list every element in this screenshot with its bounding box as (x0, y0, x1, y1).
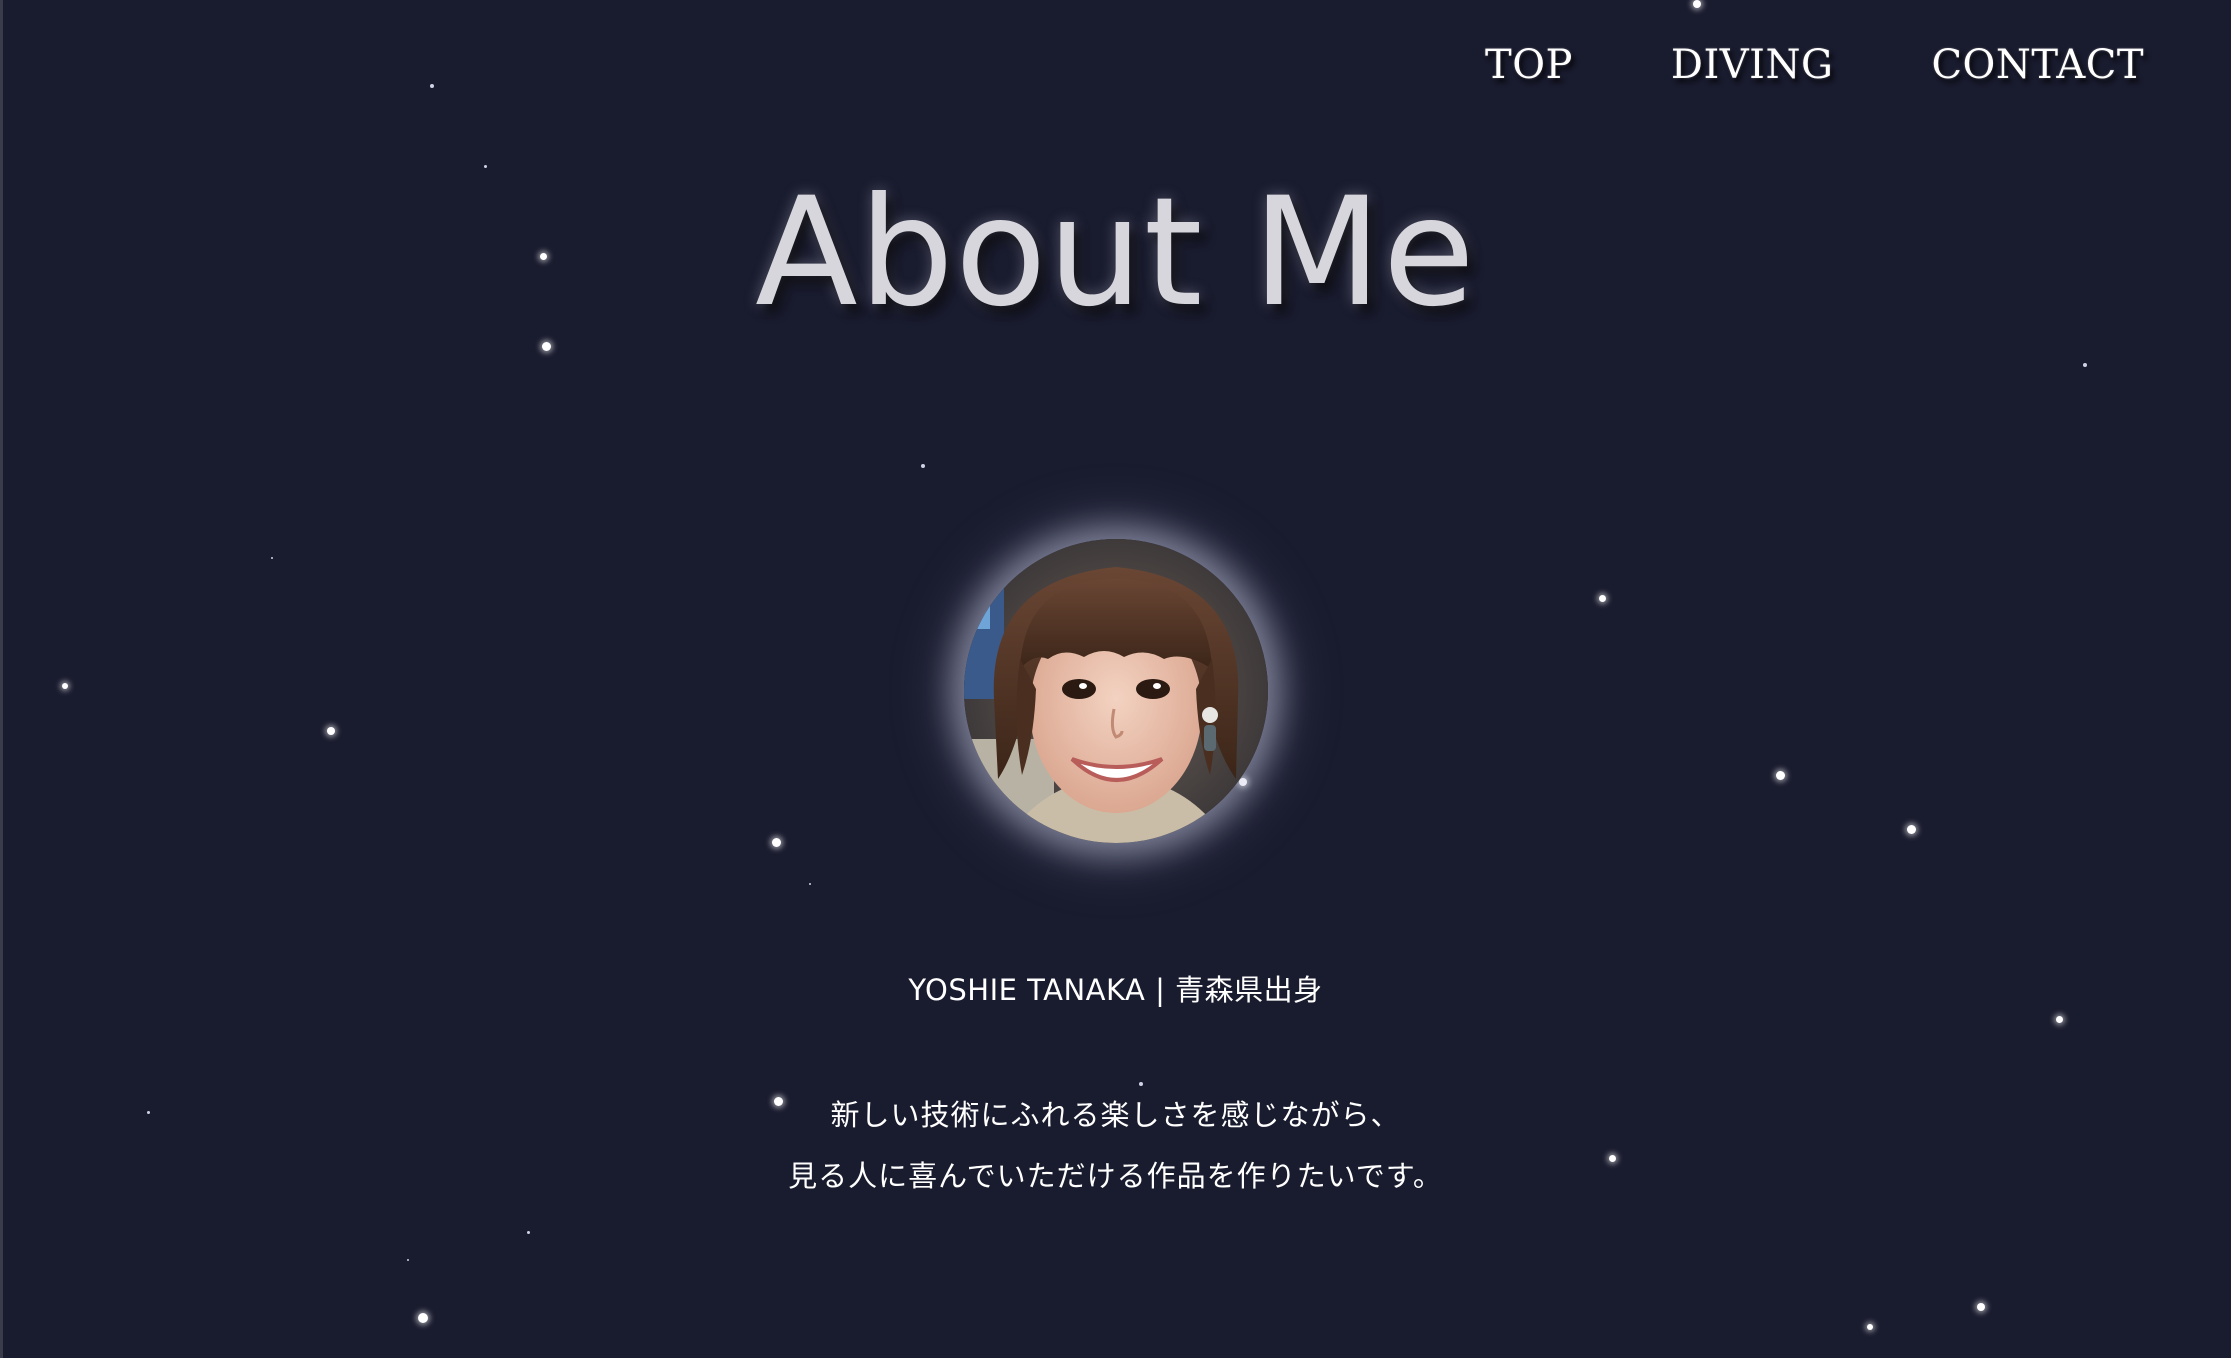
star-dot (430, 84, 434, 88)
avatar (964, 539, 1268, 843)
star-dot (62, 683, 68, 689)
star-dot (271, 557, 273, 559)
profile-name: YOSHIE TANAKA | 青森県出身 (908, 973, 1323, 1007)
main-nav: TOP DIVING CONTACT (1485, 42, 2144, 88)
star-dot (418, 1313, 428, 1323)
star-dot (2083, 363, 2087, 367)
star-dot (1239, 778, 1247, 786)
about-page: TOP DIVING CONTACT About Me YOSHIE TANAK… (0, 0, 2231, 1358)
nav-contact-link[interactable]: CONTACT (1931, 42, 2144, 88)
star-dot (483, 164, 487, 168)
star-dot (1867, 1324, 1873, 1330)
profile-bio: 新しい技術にふれる楽しさを感じながら、 見る人に喜んでいただける作品を作りたいで… (0, 1085, 2231, 1207)
star-dot (541, 341, 551, 351)
star-dot (1906, 824, 1916, 834)
star-dot (327, 727, 335, 735)
page-title: About Me (755, 166, 1476, 340)
star-dot (526, 1230, 530, 1234)
profile-photo-icon (964, 539, 1268, 843)
star-dot (1977, 1303, 1985, 1311)
star-dot (1775, 770, 1785, 780)
star-dot (771, 837, 781, 847)
star-dot (809, 883, 811, 885)
star-dot (407, 1259, 409, 1261)
star-dot (1693, 0, 1701, 8)
star-dot (921, 464, 925, 468)
star-dot (1598, 594, 1606, 602)
bio-line: 見る人に喜んでいただける作品を作りたいです。 (788, 1159, 1443, 1193)
nav-top-link[interactable]: TOP (1485, 42, 1573, 88)
nav-diving-link[interactable]: DIVING (1671, 42, 1834, 88)
bio-line: 新しい技術にふれる楽しさを感じながら、 (830, 1098, 1401, 1132)
star-dot (2055, 1015, 2063, 1023)
